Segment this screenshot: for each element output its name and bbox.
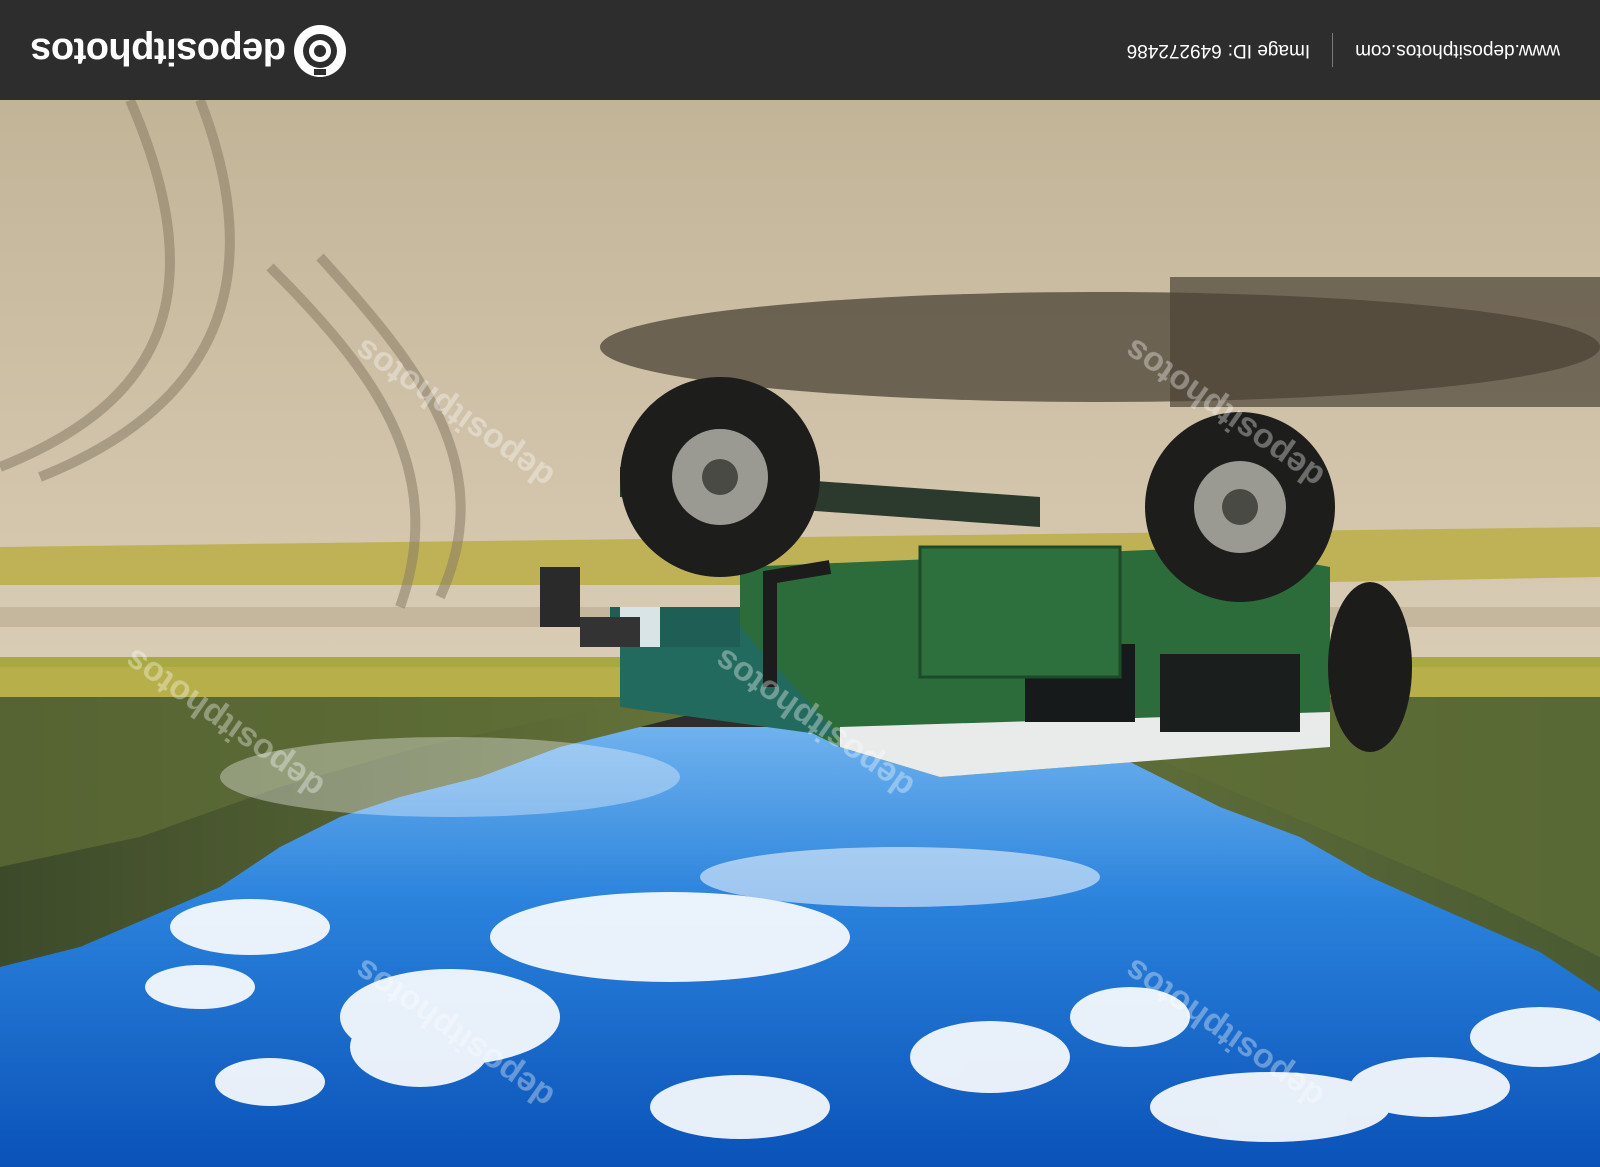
site-url[interactable]: www.depositphotos.com — [1355, 39, 1560, 61]
brand-name: depositphotos — [30, 30, 286, 73]
flipped-view: depositphotos depositphotos depositphoto… — [0, 0, 1600, 1167]
image-id: 649272486 — [1126, 40, 1222, 61]
depositphotos-logo[interactable]: depositphotos — [31, 23, 348, 79]
header-divider — [1332, 33, 1334, 67]
camera-logo-icon — [294, 25, 346, 77]
header-meta: www.depositphotos.com Image ID: 64927248… — [1127, 33, 1560, 67]
page: depositphotos depositphotos depositphoto… — [0, 0, 1600, 1167]
image-id-label: Image ID: — [1227, 40, 1311, 61]
stock-photo: depositphotos depositphotos depositphoto… — [0, 100, 1600, 1167]
front-wheel — [620, 377, 820, 577]
